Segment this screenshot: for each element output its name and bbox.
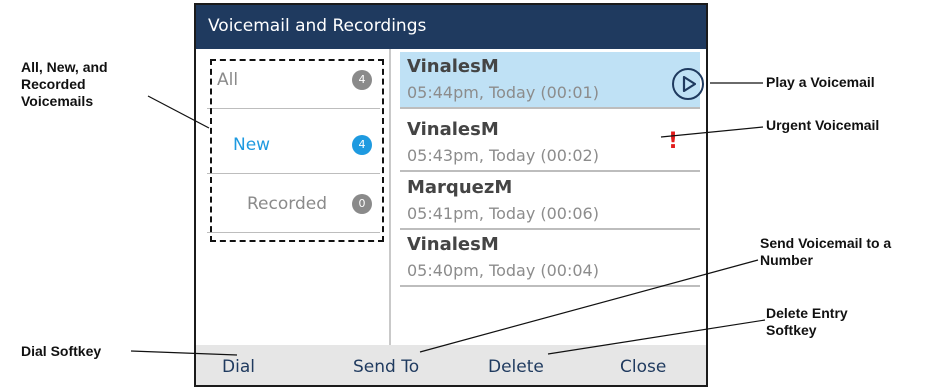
callout-dial: Dial Softkey [21, 343, 102, 359]
callout-urgent: Urgent Voicemail [766, 117, 880, 133]
callout-line-filters [147, 95, 210, 129]
callout-line-urgent [660, 126, 764, 138]
callout-play: Play a Voicemail [766, 74, 875, 90]
callout-line-send [419, 259, 759, 353]
callout-delete: Delete Entry Softkey [766, 305, 848, 338]
callout-filters: All, New, and Recorded Voicemails [21, 59, 108, 109]
callout-send: Send Voicemail to a Number [760, 235, 892, 268]
callout-line-dial [130, 350, 238, 356]
callout-line-delete [547, 319, 766, 355]
